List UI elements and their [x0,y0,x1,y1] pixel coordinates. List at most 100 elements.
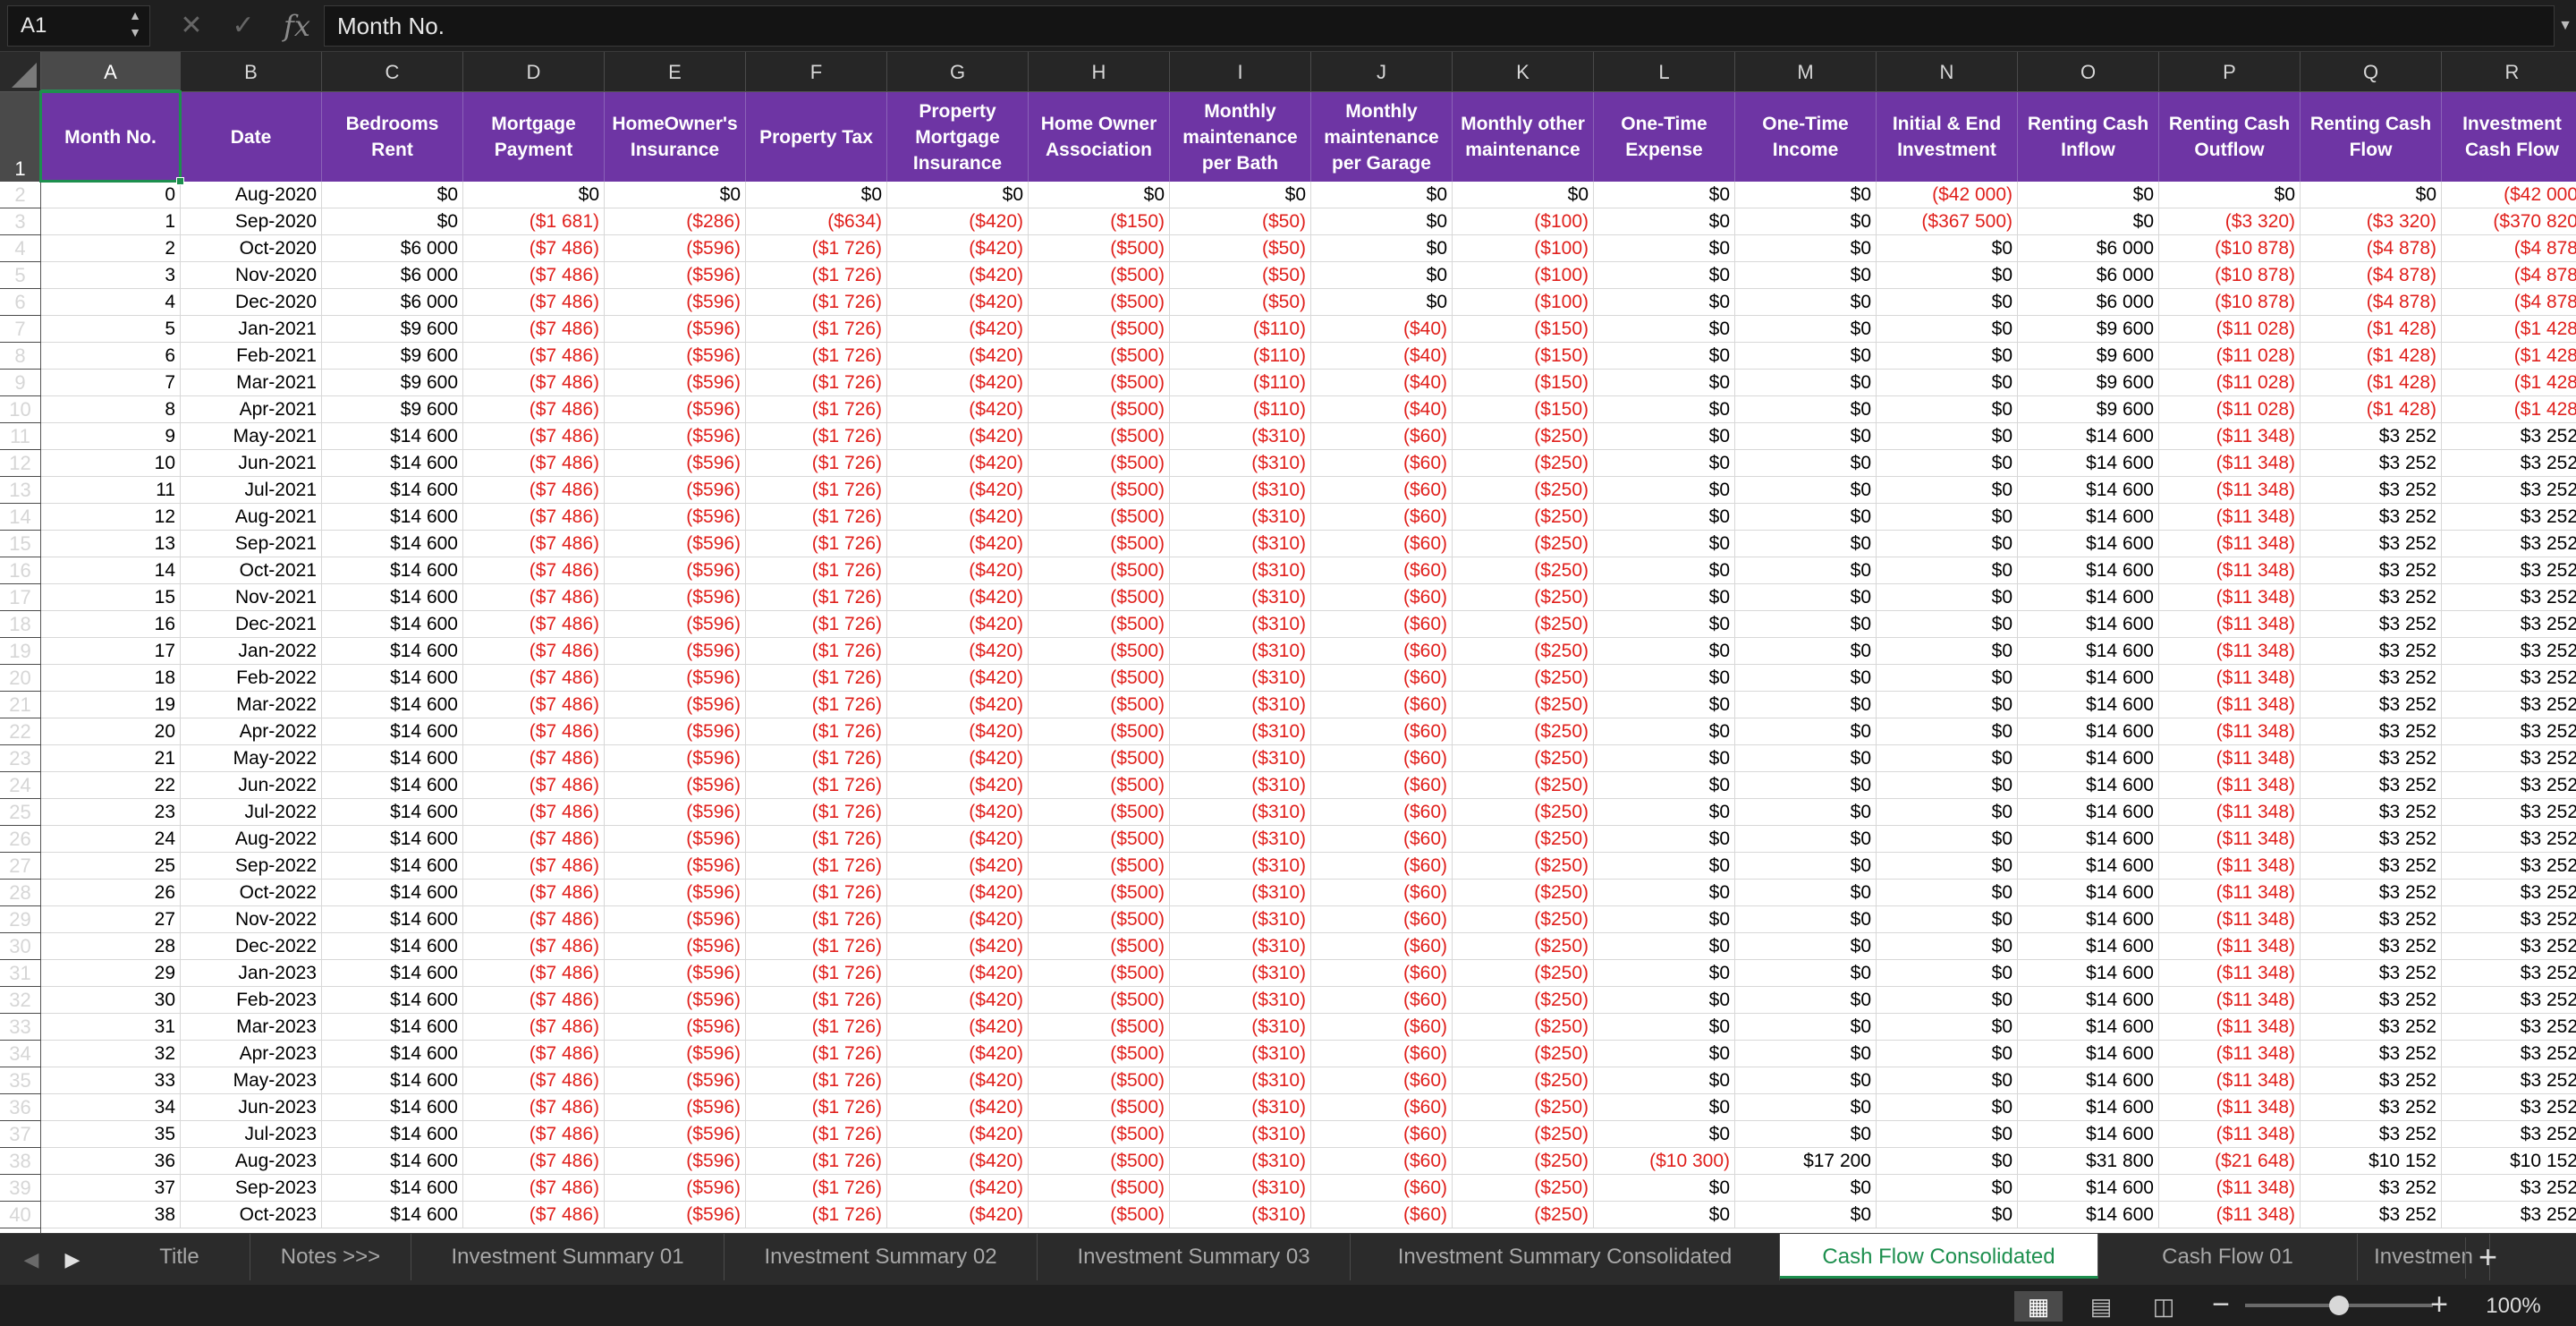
table-cell[interactable]: $0 [1594,880,1735,906]
table-cell[interactable]: ($310) [1170,531,1311,557]
table-cell[interactable]: ($1 726) [746,692,887,718]
table-cell[interactable]: ($7 486) [463,906,605,933]
row-header-36[interactable]: 36 [0,1094,41,1121]
table-cell[interactable]: $0 [1877,906,2018,933]
table-cell[interactable]: $14 600 [2018,1121,2159,1148]
table-cell[interactable]: ($1 726) [746,665,887,692]
table-cell[interactable]: $3 252 [2442,638,2576,665]
table-cell[interactable]: $0 [1877,1202,2018,1228]
table-cell[interactable]: $9 600 [2018,316,2159,343]
table-cell[interactable]: ($110) [1170,370,1311,396]
column-header-l[interactable]: L [1594,52,1735,92]
table-cell[interactable]: $3 252 [2442,987,2576,1014]
table-cell[interactable]: $0 [1594,1014,1735,1041]
row-header-21[interactable]: 21 [0,692,41,718]
table-cell[interactable]: $0 [1877,772,2018,799]
table-cell[interactable]: $3 252 [2442,504,2576,531]
column-header-r[interactable]: R [2442,52,2576,92]
table-cell[interactable]: $9 600 [2018,343,2159,370]
table-cell[interactable]: ($7 486) [463,665,605,692]
table-cell[interactable]: ($7 486) [463,611,605,638]
table-cell[interactable]: ($11 348) [2159,1202,2301,1228]
table-cell[interactable]: $3 252 [2442,960,2576,987]
column-header-a[interactable]: A [41,52,181,92]
table-cell[interactable]: $0 [1877,235,2018,262]
table-cell[interactable]: Aug-2021 [181,504,322,531]
table-cell[interactable]: $0 [1877,1041,2018,1067]
table-cell[interactable]: ($596) [605,665,746,692]
table-cell[interactable]: ($7 486) [463,1148,605,1175]
table-cell[interactable]: $14 600 [322,853,463,880]
table-cell[interactable]: Nov-2021 [181,584,322,611]
table-cell[interactable]: ($250) [1453,1014,1594,1041]
normal-view-icon[interactable]: ▦ [2014,1291,2063,1322]
table-cell[interactable]: $0 [1735,611,1877,638]
table-cell[interactable]: ($7 486) [463,557,605,584]
table-cell[interactable]: 29 [41,960,181,987]
table-cell[interactable]: ($7 486) [463,638,605,665]
table-cell[interactable]: ($500) [1029,745,1170,772]
table-cell[interactable]: ($420) [887,262,1029,289]
table-cell[interactable]: ($60) [1311,799,1453,826]
fx-icon[interactable]: fx [277,8,317,44]
table-cell[interactable]: $3 252 [2301,692,2442,718]
table-cell[interactable]: ($1 428 [2442,370,2576,396]
table-cell[interactable]: ($60) [1311,1121,1453,1148]
table-cell[interactable]: ($60) [1311,557,1453,584]
table-cell[interactable]: ($596) [605,960,746,987]
table-cell[interactable]: 31 [41,1014,181,1041]
table-cell[interactable]: $14 600 [322,477,463,504]
table-cell[interactable]: ($11 348) [2159,853,2301,880]
table-cell[interactable]: $3 252 [2301,531,2442,557]
table-cell[interactable]: ($7 486) [463,316,605,343]
table-cell[interactable]: ($7 486) [463,692,605,718]
table-cell[interactable]: ($50) [1170,235,1311,262]
table-cell[interactable]: 21 [41,745,181,772]
table-cell[interactable]: ($250) [1453,557,1594,584]
table-cell[interactable]: 12 [41,504,181,531]
table-cell[interactable]: ($11 348) [2159,692,2301,718]
header-cell[interactable]: Date [181,92,322,182]
table-cell[interactable]: ($60) [1311,718,1453,745]
table-cell[interactable]: $0 [1877,289,2018,316]
row-header-1[interactable]: 1 [0,92,41,182]
table-cell[interactable]: ($596) [605,477,746,504]
table-cell[interactable]: Jan-2021 [181,316,322,343]
row-header-14[interactable]: 14 [0,504,41,531]
table-cell[interactable]: $3 252 [2442,1067,2576,1094]
table-cell[interactable]: ($1 726) [746,772,887,799]
row-header-24[interactable]: 24 [0,772,41,799]
row-header-16[interactable]: 16 [0,557,41,584]
table-cell[interactable]: $0 [1735,182,1877,208]
table-cell[interactable]: ($60) [1311,987,1453,1014]
table-cell[interactable]: $3 252 [2301,906,2442,933]
table-cell[interactable]: ($310) [1170,1148,1311,1175]
table-cell[interactable]: ($7 486) [463,396,605,423]
table-cell[interactable]: ($1 428 [2442,316,2576,343]
table-cell[interactable]: $3 252 [2301,745,2442,772]
table-cell[interactable]: ($596) [605,235,746,262]
table-cell[interactable]: $0 [1735,316,1877,343]
table-cell[interactable]: 32 [41,1041,181,1067]
table-cell[interactable]: $0 [1877,853,2018,880]
table-cell[interactable]: $0 [1735,880,1877,906]
table-cell[interactable]: $3 252 [2301,826,2442,853]
table-cell[interactable]: ($7 486) [463,343,605,370]
sheet-tab[interactable]: Investment Summary 01 [411,1234,724,1280]
table-cell[interactable]: $3 252 [2301,1041,2442,1067]
table-cell[interactable]: $3 252 [2301,1202,2442,1228]
table-cell[interactable]: $0 [1735,504,1877,531]
table-cell[interactable]: ($310) [1170,1175,1311,1202]
table-cell[interactable]: $0 [1877,826,2018,853]
table-cell[interactable]: ($250) [1453,799,1594,826]
sheet-tab[interactable]: Cash Flow 01 [2098,1234,2358,1280]
table-cell[interactable]: ($500) [1029,1094,1170,1121]
table-cell[interactable]: ($50) [1170,289,1311,316]
table-cell[interactable]: $0 [1877,423,2018,450]
table-cell[interactable]: ($10 300) [1594,1148,1735,1175]
table-cell[interactable]: ($11 348) [2159,477,2301,504]
table-cell[interactable]: 11 [41,477,181,504]
table-cell[interactable]: $0 [1877,638,2018,665]
page-layout-icon[interactable]: ▤ [2077,1291,2125,1322]
table-cell[interactable]: ($4 878 [2442,289,2576,316]
